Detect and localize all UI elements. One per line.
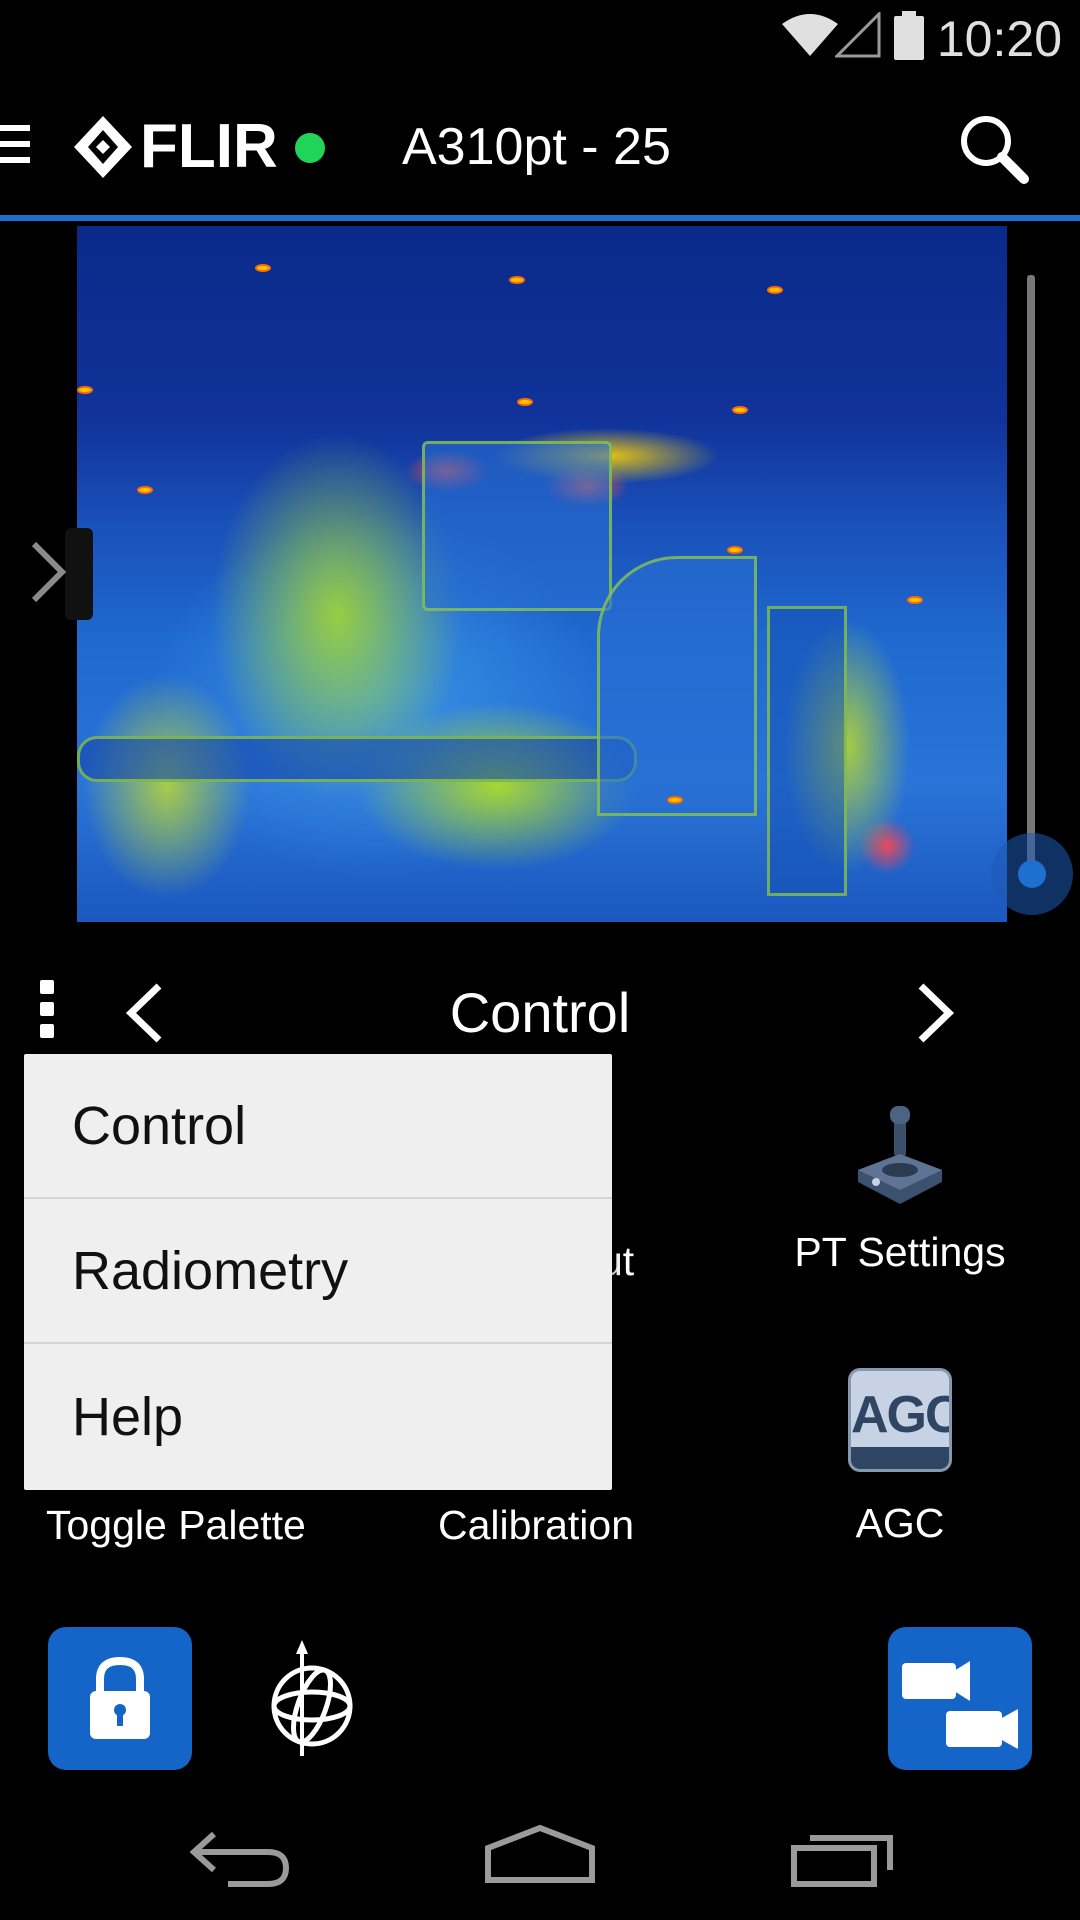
thermal-hotspot	[509, 276, 525, 284]
camera-name: A310pt - 25	[402, 118, 671, 176]
thermal-hotspot	[732, 406, 748, 414]
thermal-image-view[interactable]	[77, 226, 1007, 922]
system-nav-bar	[0, 1796, 1080, 1920]
wifi-icon	[782, 14, 838, 56]
agc-icon-bar	[851, 1447, 949, 1469]
pt-settings-label: PT Settings	[794, 1229, 1006, 1275]
thermal-hotspot	[767, 286, 783, 294]
thermal-hotspot	[667, 796, 683, 804]
thermal-hotspot	[77, 386, 93, 394]
battery-icon	[894, 11, 924, 60]
back-icon[interactable]	[188, 1826, 292, 1888]
camera-switch-button[interactable]	[888, 1627, 1032, 1770]
calibration-label[interactable]: Calibration	[438, 1502, 634, 1549]
thermal-duct-shape	[597, 556, 757, 816]
menu-item-control[interactable]: Control	[24, 1054, 612, 1199]
menu-item-help[interactable]: Help	[24, 1344, 612, 1489]
thermal-duct-shape	[422, 441, 612, 611]
recent-apps-icon[interactable]	[790, 1826, 894, 1888]
zoom-slider-track[interactable]	[1027, 275, 1035, 875]
connection-status-dot	[295, 133, 325, 163]
app-bar: FLIR A310pt - 25	[0, 75, 1080, 221]
side-panel-tab[interactable]	[65, 528, 93, 620]
lock-button[interactable]	[48, 1627, 192, 1770]
chevron-right-icon[interactable]	[28, 540, 68, 604]
agc-tile[interactable]: AGC AGC	[800, 1368, 1000, 1547]
agc-label: AGC	[855, 1500, 945, 1546]
brand-name: FLIR	[140, 112, 278, 181]
flir-logo: FLIR	[72, 111, 278, 182]
gyroscope-icon[interactable]	[266, 1640, 358, 1760]
flir-diamond-icon	[74, 115, 132, 178]
agc-icon-text: AGC	[851, 1386, 952, 1444]
thermal-hotspot	[907, 596, 923, 604]
thermal-duct-shape	[767, 606, 847, 896]
menu-item-radiometry[interactable]: Radiometry	[24, 1199, 612, 1344]
chevron-right-icon[interactable]	[915, 982, 955, 1044]
camera-switch-icon	[902, 1661, 1018, 1749]
clock-time: 10:20	[936, 11, 1062, 67]
hamburger-menu-icon[interactable]	[0, 125, 30, 167]
toggle-palette-label[interactable]: Toggle Palette	[46, 1502, 306, 1549]
pt-settings-tile[interactable]: PT Settings	[780, 1100, 1020, 1276]
thermal-hotspot	[137, 486, 153, 494]
agc-icon: AGC	[848, 1368, 952, 1472]
cell-signal-icon	[835, 12, 881, 58]
thermal-hotspot	[727, 546, 743, 554]
joystick-icon	[858, 1106, 942, 1204]
zoom-slider-thumb[interactable]	[991, 833, 1073, 915]
thermal-hotspot	[517, 398, 533, 406]
thermal-hotspot	[255, 264, 271, 272]
control-header: Control	[0, 960, 1080, 1060]
page-select-popup-menu: Control Radiometry Help	[24, 1054, 612, 1490]
status-bar: 10:20	[0, 0, 1080, 75]
thermal-duct-shape	[77, 736, 637, 782]
lock-icon	[90, 1656, 150, 1739]
search-icon[interactable]	[958, 113, 1030, 185]
home-icon[interactable]	[484, 1822, 596, 1884]
